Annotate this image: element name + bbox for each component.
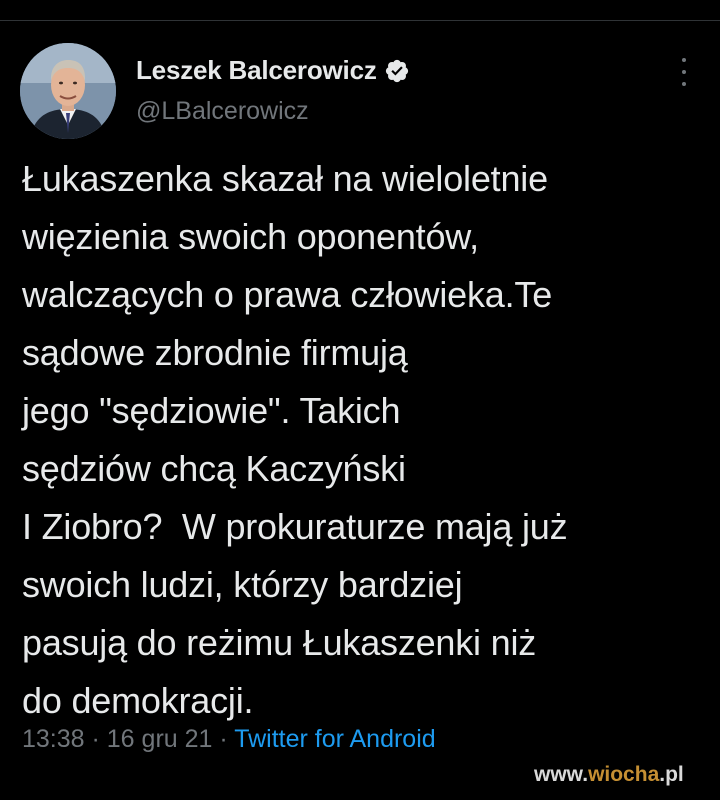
more-vertical-icon bbox=[682, 82, 686, 86]
author-name-row[interactable]: Leszek Balcerowicz bbox=[136, 55, 410, 86]
watermark: www.wiocha.pl bbox=[534, 763, 684, 787]
tweet-text: Łukaszenka skazał na wieloletnie więzien… bbox=[22, 150, 702, 730]
tweet-text-line: Łukaszenka skazał na wieloletnie bbox=[22, 158, 548, 199]
watermark-brand: wiocha bbox=[588, 763, 660, 786]
tweet-source-link[interactable]: Twitter for Android bbox=[234, 725, 435, 753]
tweet-time[interactable]: 13:38 bbox=[22, 725, 85, 753]
top-divider bbox=[0, 20, 720, 21]
tweet-text-line: sędziów chcą Kaczyński bbox=[22, 448, 406, 489]
watermark-prefix: www. bbox=[534, 763, 589, 786]
tweet-text-line: I Ziobro? W prokuraturze mają już bbox=[22, 506, 568, 547]
more-vertical-icon bbox=[682, 58, 686, 62]
meta-separator: · bbox=[212, 725, 235, 753]
tweet-text-line: sądowe zbrodnie firmują bbox=[22, 332, 408, 373]
more-vertical-icon bbox=[682, 70, 686, 74]
tweet-text-line: swoich ludzi, którzy bardziej bbox=[22, 564, 463, 605]
author-display-name[interactable]: Leszek Balcerowicz bbox=[136, 55, 377, 86]
tweet-date[interactable]: 16 gru 21 bbox=[107, 725, 213, 753]
tweet-text-line: walczących o prawa człowieka.Te bbox=[22, 274, 553, 315]
watermark-suffix: .pl bbox=[659, 763, 684, 786]
tweet-text-line: jego "sędziowie". Takich bbox=[22, 390, 401, 431]
tweet-text-line: pasują do reżimu Łukaszenki niż bbox=[22, 622, 537, 663]
more-options-button[interactable] bbox=[676, 58, 692, 86]
tweet-text-line: więzienia swoich oponentów, bbox=[22, 216, 479, 257]
meta-separator: · bbox=[84, 725, 107, 753]
tweet-text-line: do demokracji. bbox=[22, 680, 254, 721]
author-handle[interactable]: @LBalcerowicz bbox=[136, 97, 309, 126]
profile-photo-icon bbox=[20, 43, 116, 139]
verified-badge-icon bbox=[385, 59, 408, 82]
avatar[interactable] bbox=[20, 43, 116, 139]
tweet-metadata: 13:38 · 16 gru 21 · Twitter for Android bbox=[22, 725, 436, 754]
